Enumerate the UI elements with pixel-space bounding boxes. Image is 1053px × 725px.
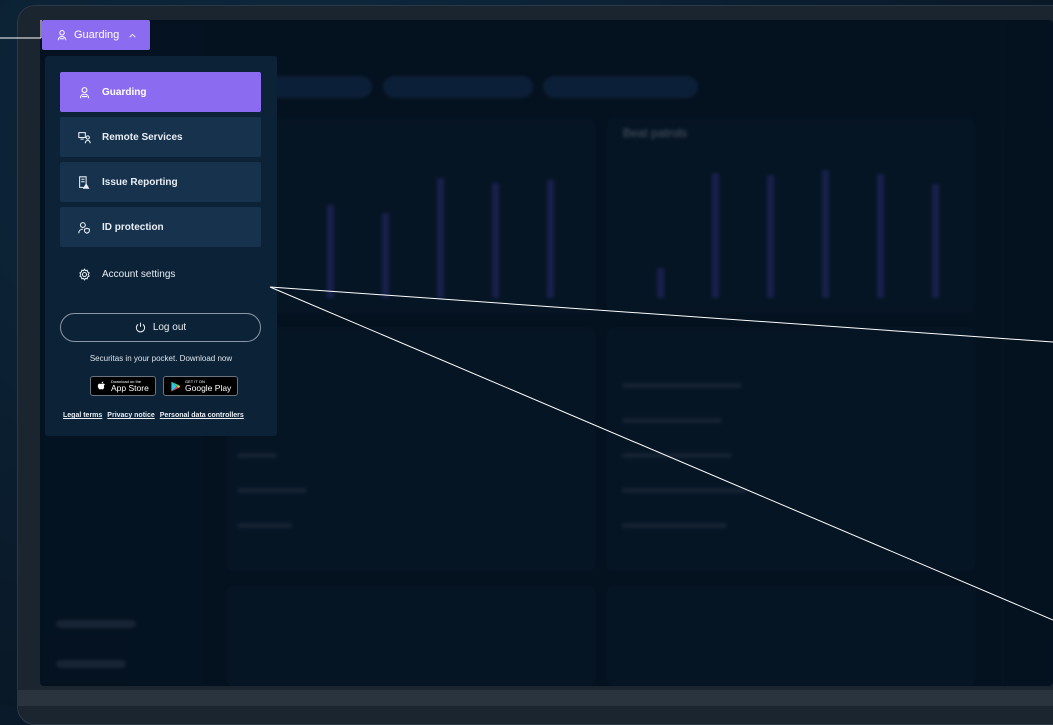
menu-item-label: Guarding	[102, 86, 147, 98]
privacy-notice-link[interactable]: Privacy notice	[107, 412, 154, 419]
gear-icon	[79, 268, 90, 281]
menu-item-issue-reporting[interactable]: Issue Reporting	[60, 162, 261, 202]
menu-item-label: Issue Reporting	[102, 176, 178, 188]
account-settings-link[interactable]: Account settings	[78, 268, 175, 281]
menu-item-id-protection[interactable]: ID protection	[60, 207, 261, 247]
google-play-button[interactable]: GET IT ON Google Play	[163, 376, 239, 396]
issue-reporting-icon	[79, 175, 90, 189]
chevron-up-icon	[129, 33, 136, 37]
guarding-menu-trigger[interactable]: Guarding	[42, 20, 150, 50]
legal-links: Legal terms Privacy notice Personal data…	[63, 412, 244, 419]
product-switcher-menu: Guarding Remote Services Issue Reporting…	[45, 56, 277, 436]
legal-terms-link[interactable]: Legal terms	[63, 412, 102, 419]
download-promo-text: Securitas in your pocket. Download now	[89, 354, 233, 363]
menu-item-guarding[interactable]: Guarding	[60, 72, 261, 112]
trigger-label: Guarding	[74, 29, 120, 41]
app-screen: Beat patrols Guarding Guarding Remote Se…	[40, 20, 1053, 686]
laptop-bezel	[17, 690, 1053, 706]
menu-item-label: Remote Services	[102, 131, 183, 143]
menu-item-label: ID protection	[102, 221, 164, 233]
guard-icon	[79, 86, 90, 98]
google-play-icon	[171, 381, 181, 391]
personal-data-controllers-link[interactable]: Personal data controllers	[160, 412, 244, 419]
logout-button[interactable]: Log out	[60, 313, 261, 342]
logout-label: Log out	[152, 322, 187, 333]
menu-item-remote-services[interactable]: Remote Services	[60, 117, 261, 157]
remote-services-icon	[78, 131, 91, 143]
power-icon	[135, 322, 145, 333]
guard-icon	[57, 30, 67, 41]
google-play-big: Google Play	[185, 382, 232, 393]
apple-icon	[97, 381, 105, 390]
app-store-big: App Store	[111, 382, 149, 393]
account-settings-label: Account settings	[102, 269, 176, 280]
id-protection-icon	[78, 221, 90, 234]
app-store-button[interactable]: Download on the App Store	[90, 376, 156, 396]
